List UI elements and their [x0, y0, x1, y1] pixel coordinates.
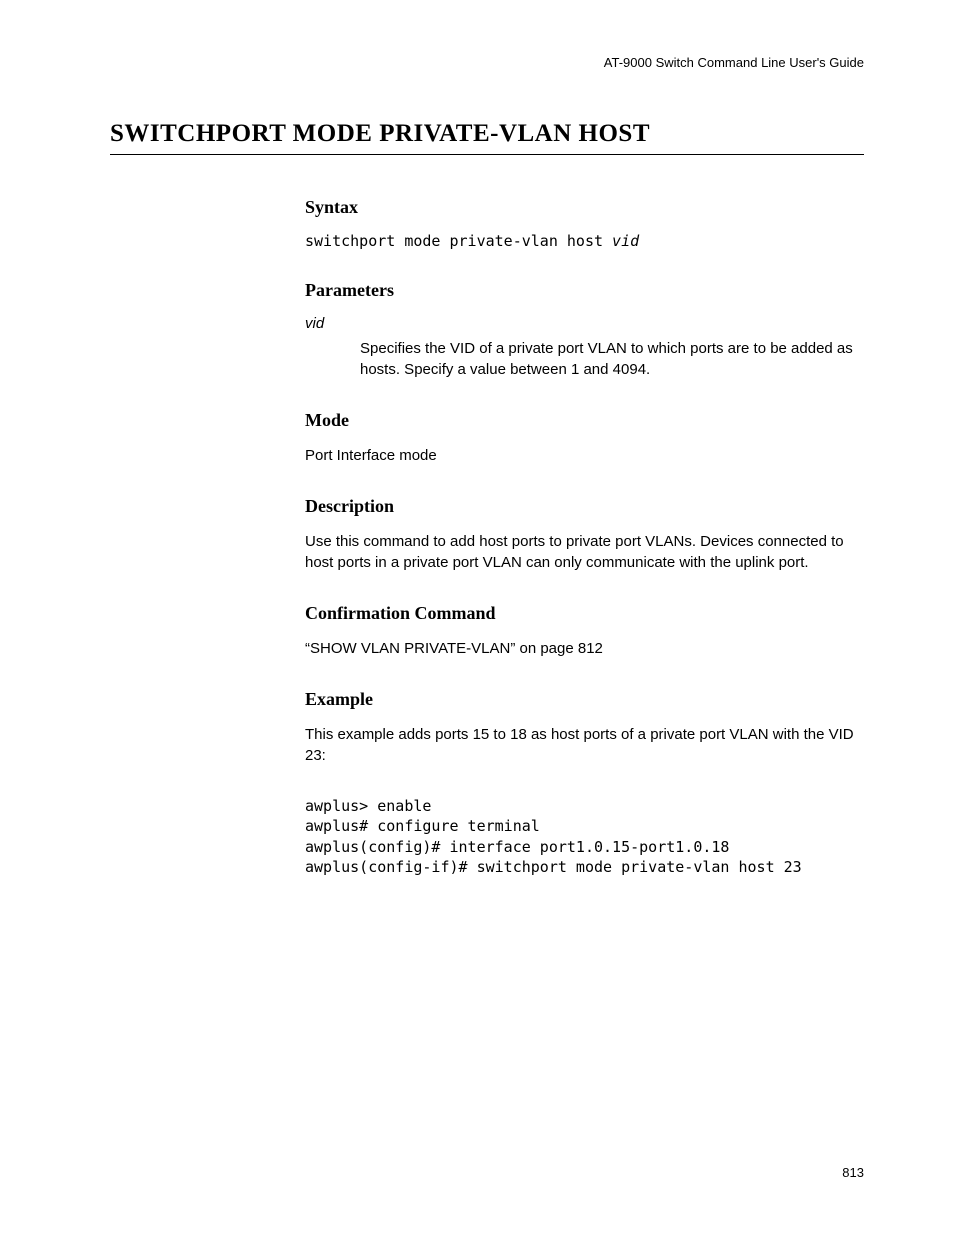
- description-text: Use this command to add host ports to pr…: [305, 531, 854, 573]
- page-title: SWITCHPORT MODE PRIVATE-VLAN HOST: [110, 120, 864, 155]
- syntax-command: switchport mode private-vlan host vid: [305, 232, 854, 250]
- confirmation-text: “SHOW VLAN PRIVATE-VLAN” on page 812: [305, 638, 854, 659]
- page-number: 813: [842, 1165, 864, 1180]
- confirmation-heading: Confirmation Command: [305, 603, 854, 624]
- running-header: AT-9000 Switch Command Line User's Guide: [110, 55, 864, 70]
- example-heading: Example: [305, 689, 854, 710]
- example-intro: This example adds ports 15 to 18 as host…: [305, 724, 854, 766]
- syntax-command-arg: vid: [612, 232, 639, 250]
- param-name: vid: [305, 315, 854, 332]
- syntax-command-prefix: switchport mode private-vlan host: [305, 232, 612, 250]
- mode-heading: Mode: [305, 410, 854, 431]
- description-heading: Description: [305, 496, 854, 517]
- syntax-heading: Syntax: [305, 197, 854, 218]
- content-area: Syntax switchport mode private-vlan host…: [305, 197, 854, 877]
- example-code: awplus> enable awplus# configure termina…: [305, 796, 854, 877]
- param-desc: Specifies the VID of a private port VLAN…: [360, 338, 854, 380]
- parameters-heading: Parameters: [305, 280, 854, 301]
- mode-text: Port Interface mode: [305, 445, 854, 466]
